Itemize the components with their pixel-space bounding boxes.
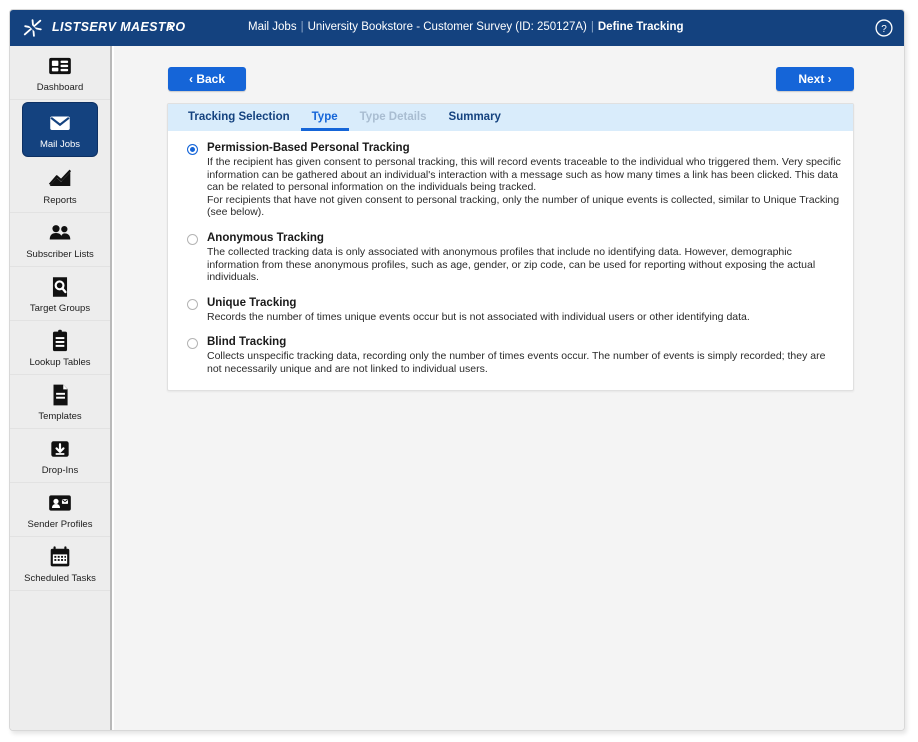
radio-anonymous-tracking[interactable]: [187, 233, 198, 245]
sidebar-item-reports[interactable]: Reports: [10, 159, 110, 213]
tracking-type-options: Permission-Based Personal Tracking If th…: [168, 131, 853, 390]
left-navigation-sidebar: Dashboard Mail Jobs Reports Subscriber L…: [10, 46, 112, 730]
document-icon: [53, 384, 68, 406]
tab-type[interactable]: Type: [301, 104, 349, 131]
back-button[interactable]: ‹ Back: [168, 67, 246, 91]
wizard-tab-strip: Tracking Selection Type Type Details Summar…: [168, 104, 853, 131]
option-title: Permission-Based Personal Tracking: [207, 142, 410, 154]
dashboard-icon: [49, 57, 71, 75]
top-header-bar: LISTSERV MAESTRO › Mail Jobs | University …: [10, 10, 904, 46]
option-title: Blind Tracking: [207, 336, 287, 349]
breadcrumb-item-mail-jobs[interactable]: Mail Jobs: [248, 21, 297, 33]
tab-tracking-selection[interactable]: Tracking Selection: [177, 104, 301, 131]
option-title: Unique Tracking: [207, 296, 297, 309]
sidebar-label-dashboard: Dashboard: [36, 82, 84, 93]
download-box-icon: [51, 441, 69, 457]
option-anonymous-tracking[interactable]: Anonymous Tracking The collected trackin…: [181, 231, 841, 284]
chart-line-icon: [48, 169, 72, 187]
sidebar-label-reports: Reports: [43, 195, 77, 206]
option-description: The collected tracking data is only asso…: [207, 246, 841, 284]
option-description-paragraph-2: For recipients that have not given conse…: [207, 193, 840, 219]
breadcrumb: Mail Jobs | University Bookstore - Custome…: [248, 21, 684, 33]
tracking-type-card: Tracking Selection Type Type Details Summar…: [167, 103, 854, 391]
sidebar-label-templates: Templates: [38, 411, 82, 422]
star-logo-icon: [23, 19, 42, 37]
application-window: LISTSERV MAESTRO › Mail Jobs | University …: [9, 9, 905, 731]
tab-type-details: Type Details: [359, 111, 427, 123]
tab-summary[interactable]: Summary: [438, 104, 512, 131]
people-icon: [49, 225, 71, 240]
contact-card-icon: [49, 495, 71, 511]
option-description: If the recipient has given consent to pe…: [207, 156, 841, 219]
option-description-paragraph-1: Collects unspecific tracking data, recor…: [207, 350, 826, 375]
calendar-icon: [50, 546, 70, 567]
main-content-area: ‹ Back Next › Tracking Selection Type Type…: [114, 46, 904, 730]
help-circle-icon[interactable]: ?: [874, 18, 894, 38]
radio-blind-tracking[interactable]: [187, 338, 198, 350]
sidebar-item-mail-jobs[interactable]: Mail Jobs: [23, 103, 97, 156]
sidebar-label-drop-ins: Drop-Ins: [41, 465, 79, 476]
svg-text:?: ?: [881, 24, 887, 35]
target-search-icon: [52, 277, 68, 297]
sidebar-label-mail-jobs: Mail Jobs: [39, 139, 81, 150]
brand-chevron-icon[interactable]: ›: [168, 18, 173, 36]
sidebar-label-target-groups: Target Groups: [29, 303, 91, 314]
radio-unique-tracking[interactable]: [187, 298, 198, 310]
sidebar-label-sender-profiles: Sender Profiles: [27, 519, 93, 530]
option-description-paragraph-1: The collected tracking data is only asso…: [207, 245, 816, 284]
sidebar-item-target-groups[interactable]: Target Groups: [10, 267, 110, 321]
option-description-paragraph-1: Records the number of times unique event…: [207, 310, 750, 323]
sidebar-label-scheduled-tasks: Scheduled Tasks: [24, 573, 96, 584]
option-unique-tracking[interactable]: Unique Tracking Records the number of ti…: [181, 296, 841, 324]
option-description-paragraph-1: If the recipient has given consent to pe…: [207, 156, 841, 194]
option-permission-based-personal-tracking[interactable]: Permission-Based Personal Tracking If th…: [181, 141, 841, 219]
sidebar-item-templates[interactable]: Templates: [10, 375, 110, 429]
sidebar-item-scheduled-tasks[interactable]: Scheduled Tasks: [10, 537, 110, 591]
next-button[interactable]: Next ›: [776, 67, 854, 91]
sidebar-item-lookup-tables[interactable]: Lookup Tables: [10, 321, 110, 375]
sidebar-label-lookup-tables: Lookup Tables: [29, 357, 91, 368]
sidebar-item-dashboard[interactable]: Dashboard: [10, 46, 110, 100]
brand-title: LISTSERV MAESTRO: [52, 20, 186, 34]
envelope-icon: [50, 116, 70, 131]
sidebar-item-drop-ins[interactable]: Drop-Ins: [10, 429, 110, 483]
clipboard-icon: [52, 329, 68, 352]
breadcrumb-current-page: Define Tracking: [597, 21, 684, 33]
sidebar-item-sender-profiles[interactable]: Sender Profiles: [10, 483, 110, 537]
option-description: Records the number of times unique event…: [207, 311, 841, 324]
sidebar-item-subscriber-lists[interactable]: Subscriber Lists: [10, 213, 110, 267]
option-blind-tracking[interactable]: Blind Tracking Collects unspecific track…: [181, 335, 841, 375]
option-description: Collects unspecific tracking data, recor…: [207, 350, 841, 375]
breadcrumb-separator-2: |: [590, 21, 594, 33]
breadcrumb-item-job[interactable]: University Bookstore - Customer Survey (…: [308, 21, 587, 33]
sidebar-label-subscriber-lists: Subscriber Lists: [26, 249, 94, 260]
breadcrumb-separator-1: |: [300, 21, 304, 33]
radio-permission-based-personal-tracking[interactable]: [187, 144, 198, 155]
option-title: Anonymous Tracking: [207, 231, 324, 244]
